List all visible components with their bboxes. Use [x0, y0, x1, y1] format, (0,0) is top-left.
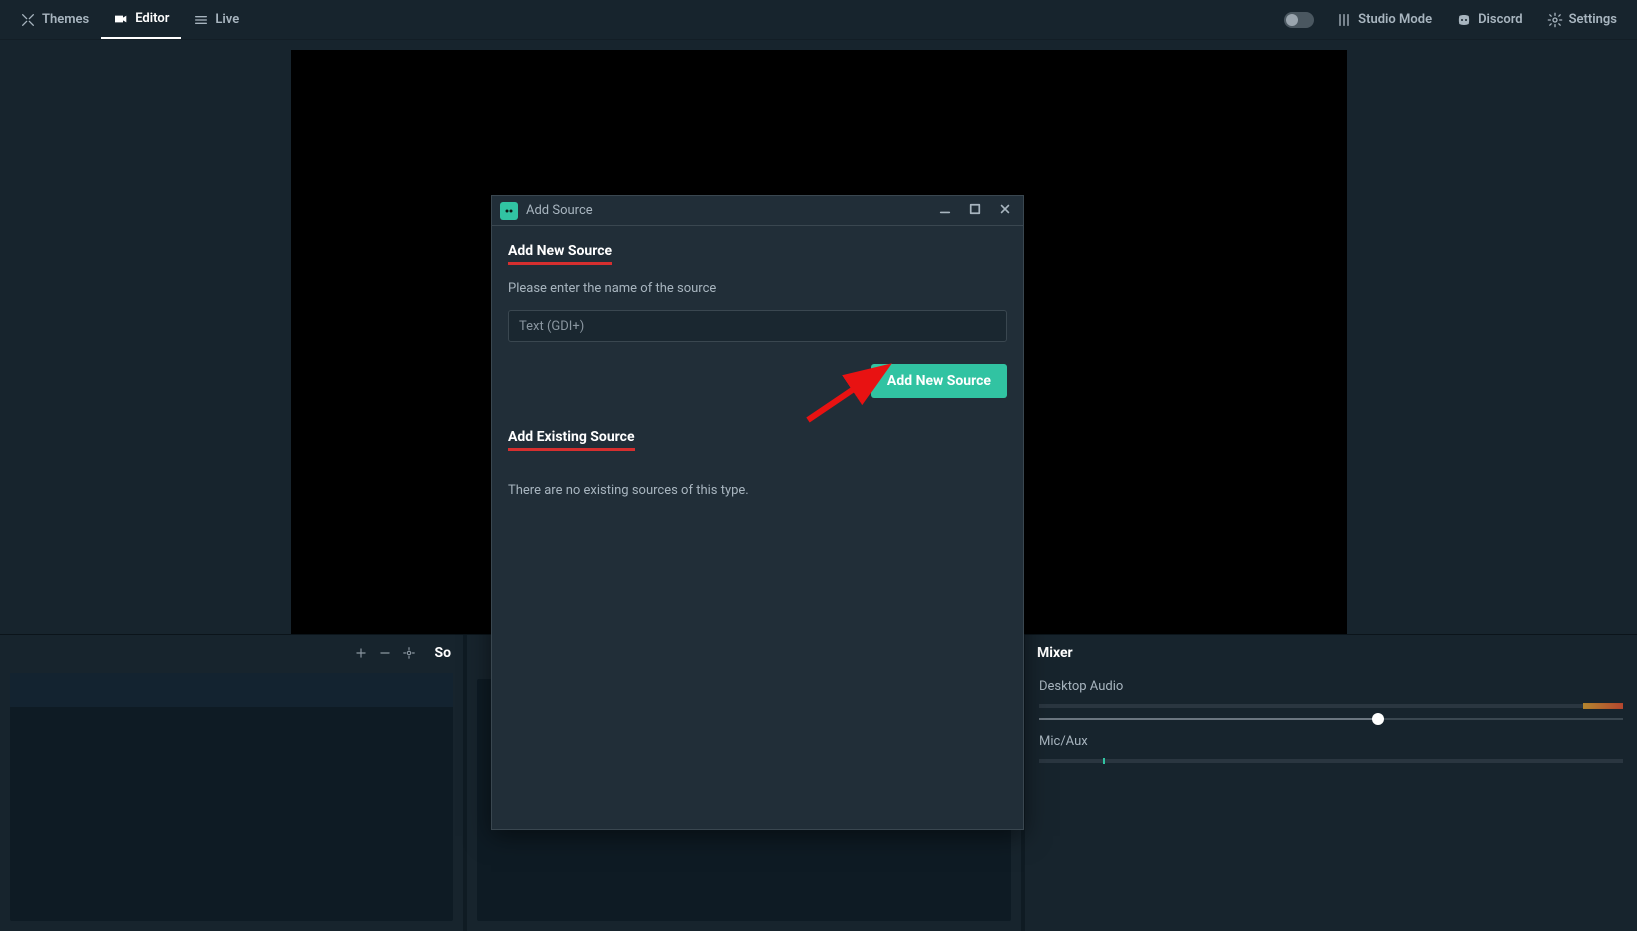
- scene-row[interactable]: [10, 673, 453, 707]
- nav-settings-label: Settings: [1569, 12, 1617, 27]
- app-icon: [500, 202, 518, 220]
- mixer-item-desktop: Desktop Audio: [1025, 667, 1637, 722]
- gear-icon[interactable]: [402, 646, 416, 660]
- modal-title: Add Source: [526, 203, 593, 218]
- nav-live[interactable]: Live: [181, 0, 251, 39]
- scenes-panel: So: [0, 635, 463, 931]
- discord-icon: [1456, 12, 1472, 28]
- nav-themes[interactable]: Themes: [8, 0, 101, 39]
- nav-studio-mode[interactable]: Studio Mode: [1324, 0, 1444, 39]
- mixer-panel-header: Mixer: [1025, 635, 1637, 667]
- existing-sources-empty: There are no existing sources of this ty…: [508, 483, 1007, 498]
- nav-editor-label: Editor: [135, 11, 169, 26]
- audio-meter-mic: [1039, 759, 1623, 763]
- mixer-label-mic: Mic/Aux: [1039, 734, 1623, 749]
- mixer-item-mic: Mic/Aux: [1025, 722, 1637, 775]
- maximize-button[interactable]: [969, 203, 981, 219]
- night-mode-toggle[interactable]: [1284, 12, 1314, 28]
- nav-live-label: Live: [215, 12, 239, 27]
- scenes-list[interactable]: [10, 673, 453, 921]
- minimize-button[interactable]: [939, 203, 951, 219]
- themes-icon: [20, 12, 36, 28]
- gear-icon: [1547, 12, 1563, 28]
- columns-icon: [1336, 12, 1352, 28]
- live-icon: [193, 12, 209, 28]
- scenes-panel-header: So: [0, 635, 463, 667]
- sources-panel-title: So: [434, 645, 451, 661]
- mixer-panel: Mixer Desktop Audio Mic/Aux: [1025, 635, 1637, 931]
- volume-slider-desktop[interactable]: [1039, 718, 1623, 720]
- add-icon[interactable]: [354, 646, 368, 660]
- top-nav: Themes Editor Live Studio Mode Discord S…: [0, 0, 1637, 40]
- remove-icon[interactable]: [378, 646, 392, 660]
- source-name-input[interactable]: [508, 310, 1007, 342]
- nav-settings[interactable]: Settings: [1535, 0, 1629, 39]
- nav-discord[interactable]: Discord: [1444, 0, 1535, 39]
- nav-discord-label: Discord: [1478, 12, 1523, 27]
- nav-themes-label: Themes: [42, 12, 89, 27]
- modal-titlebar[interactable]: Add Source: [492, 196, 1023, 226]
- camera-icon: [113, 11, 129, 27]
- modal-body: Add New Source Please enter the name of …: [492, 226, 1023, 512]
- mixer-body: Desktop Audio Mic/Aux: [1025, 667, 1637, 775]
- nav-editor[interactable]: Editor: [101, 0, 181, 39]
- mixer-panel-title: Mixer: [1037, 645, 1073, 661]
- workspace: So Mixer Desktop Audio: [0, 40, 1637, 931]
- section-add-new: Add New Source: [508, 243, 612, 265]
- nav-studio-mode-label: Studio Mode: [1358, 12, 1432, 27]
- mixer-label-desktop: Desktop Audio: [1039, 679, 1623, 694]
- audio-meter-desktop: [1039, 704, 1623, 708]
- close-button[interactable]: [999, 203, 1011, 219]
- section-add-existing: Add Existing Source: [508, 429, 635, 451]
- source-name-prompt: Please enter the name of the source: [508, 281, 1007, 296]
- add-new-source-button[interactable]: Add New Source: [871, 364, 1007, 398]
- add-source-modal: Add Source Add New Source Please enter t…: [491, 195, 1024, 830]
